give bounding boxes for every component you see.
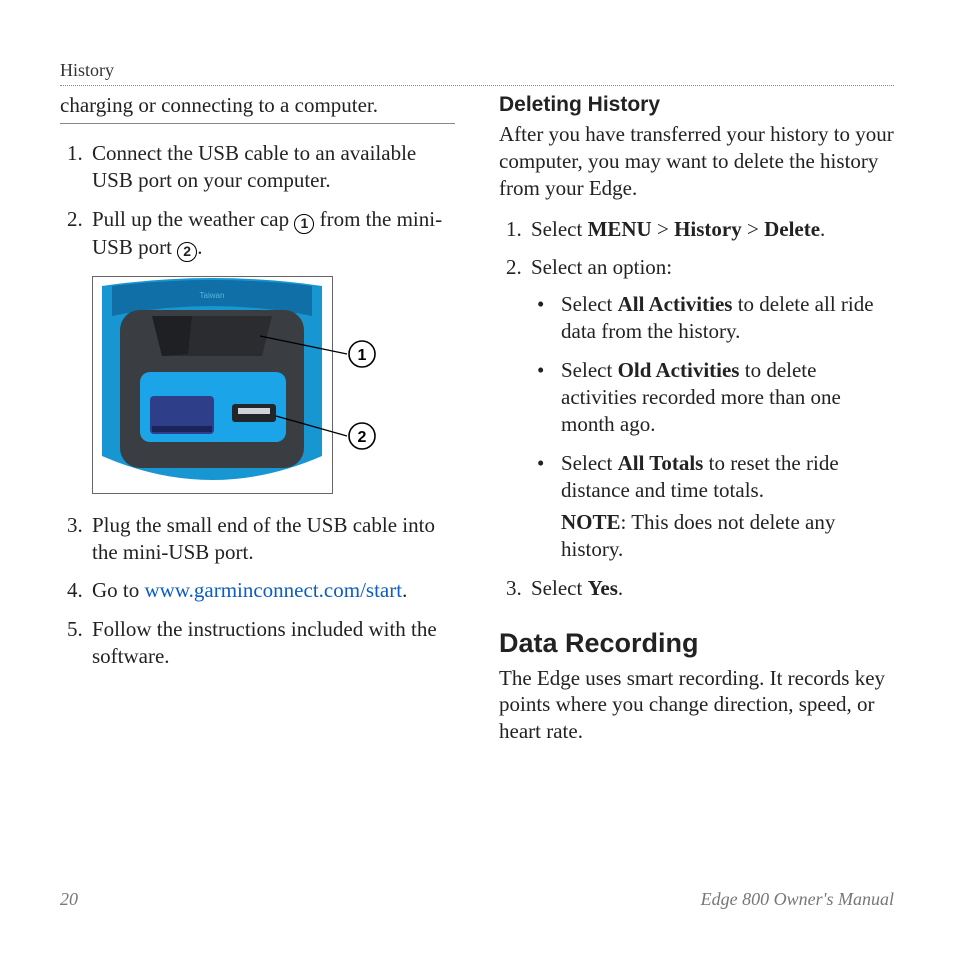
step-4-text-a: Go to	[92, 578, 145, 602]
delete-options-list: Select All Activities to delete all ride…	[531, 291, 894, 563]
all-activities-label: All Activities	[618, 292, 733, 316]
callout-1-inline: 1	[294, 214, 314, 234]
yes-label: Yes	[588, 576, 618, 600]
callout-2-inline: 2	[177, 242, 197, 262]
delete-label: Delete	[764, 217, 820, 241]
t: .	[820, 217, 825, 241]
option-old-activities: Select Old Activities to delete activiti…	[531, 357, 894, 438]
t: Select	[561, 358, 618, 382]
figure-taiwan-label: Taiwan	[200, 291, 225, 300]
sep: >	[652, 217, 674, 241]
t: Select	[531, 576, 588, 600]
option-all-totals: Select All Totals to reset the ride dist…	[531, 450, 894, 564]
running-head: History	[60, 60, 894, 81]
svg-text:1: 1	[358, 347, 367, 364]
svg-text:2: 2	[358, 429, 367, 446]
step-4: Go to www.garminconnect.com/start.	[88, 577, 455, 604]
sep: >	[742, 217, 764, 241]
doc-title: Edge 800 Owner's Manual	[701, 889, 894, 910]
page-number: 20	[60, 889, 78, 910]
select-option-text: Select an option:	[531, 255, 672, 279]
deleting-history-intro: After you have transferred your history …	[499, 121, 894, 202]
two-column-layout: charging or connecting to a computer. Co…	[60, 92, 894, 745]
header-rule	[60, 85, 894, 86]
t: Select	[561, 292, 618, 316]
delete-step-3: Select Yes.	[527, 575, 894, 602]
step-2-text-a: Pull up the weather cap	[92, 207, 294, 231]
deleting-history-heading: Deleting History	[499, 92, 894, 119]
intro-fragment: charging or connecting to a computer.	[60, 92, 455, 124]
menu-label: MENU	[588, 217, 652, 241]
usb-steps-list: Connect the USB cable to an available US…	[60, 140, 455, 670]
step-2-text-c: .	[197, 235, 202, 259]
step-2: Pull up the weather cap 1 from the mini-…	[88, 206, 455, 494]
t: Select	[561, 451, 618, 475]
all-totals-label: All Totals	[618, 451, 704, 475]
device-figure: Taiwan	[92, 276, 392, 494]
data-recording-body: The Edge uses smart recording. It record…	[499, 665, 894, 746]
right-column: Deleting History After you have transfer…	[499, 92, 894, 745]
step-3: Plug the small end of the USB cable into…	[88, 512, 455, 566]
device-illustration: Taiwan	[92, 276, 392, 494]
page-footer: 20 Edge 800 Owner's Manual	[60, 889, 894, 910]
data-recording-heading: Data Recording	[499, 626, 894, 661]
delete-step-2: Select an option: Select All Activities …	[527, 254, 894, 563]
delete-steps-list: Select MENU > History > Delete. Select a…	[499, 216, 894, 603]
step-4-text-b: .	[402, 578, 407, 602]
old-activities-label: Old Activities	[618, 358, 740, 382]
garmin-connect-link[interactable]: www.garminconnect.com/start	[145, 578, 403, 602]
t: Select	[531, 217, 588, 241]
option-all-activities: Select All Activities to delete all ride…	[531, 291, 894, 345]
note-block: NOTE: This does not delete any history.	[561, 509, 894, 563]
left-column: charging or connecting to a computer. Co…	[60, 92, 455, 745]
note-label: NOTE	[561, 510, 621, 534]
delete-step-1: Select MENU > History > Delete.	[527, 216, 894, 243]
step-1: Connect the USB cable to an available US…	[88, 140, 455, 194]
history-label: History	[674, 217, 742, 241]
step-5: Follow the instructions included with th…	[88, 616, 455, 670]
t: .	[618, 576, 623, 600]
